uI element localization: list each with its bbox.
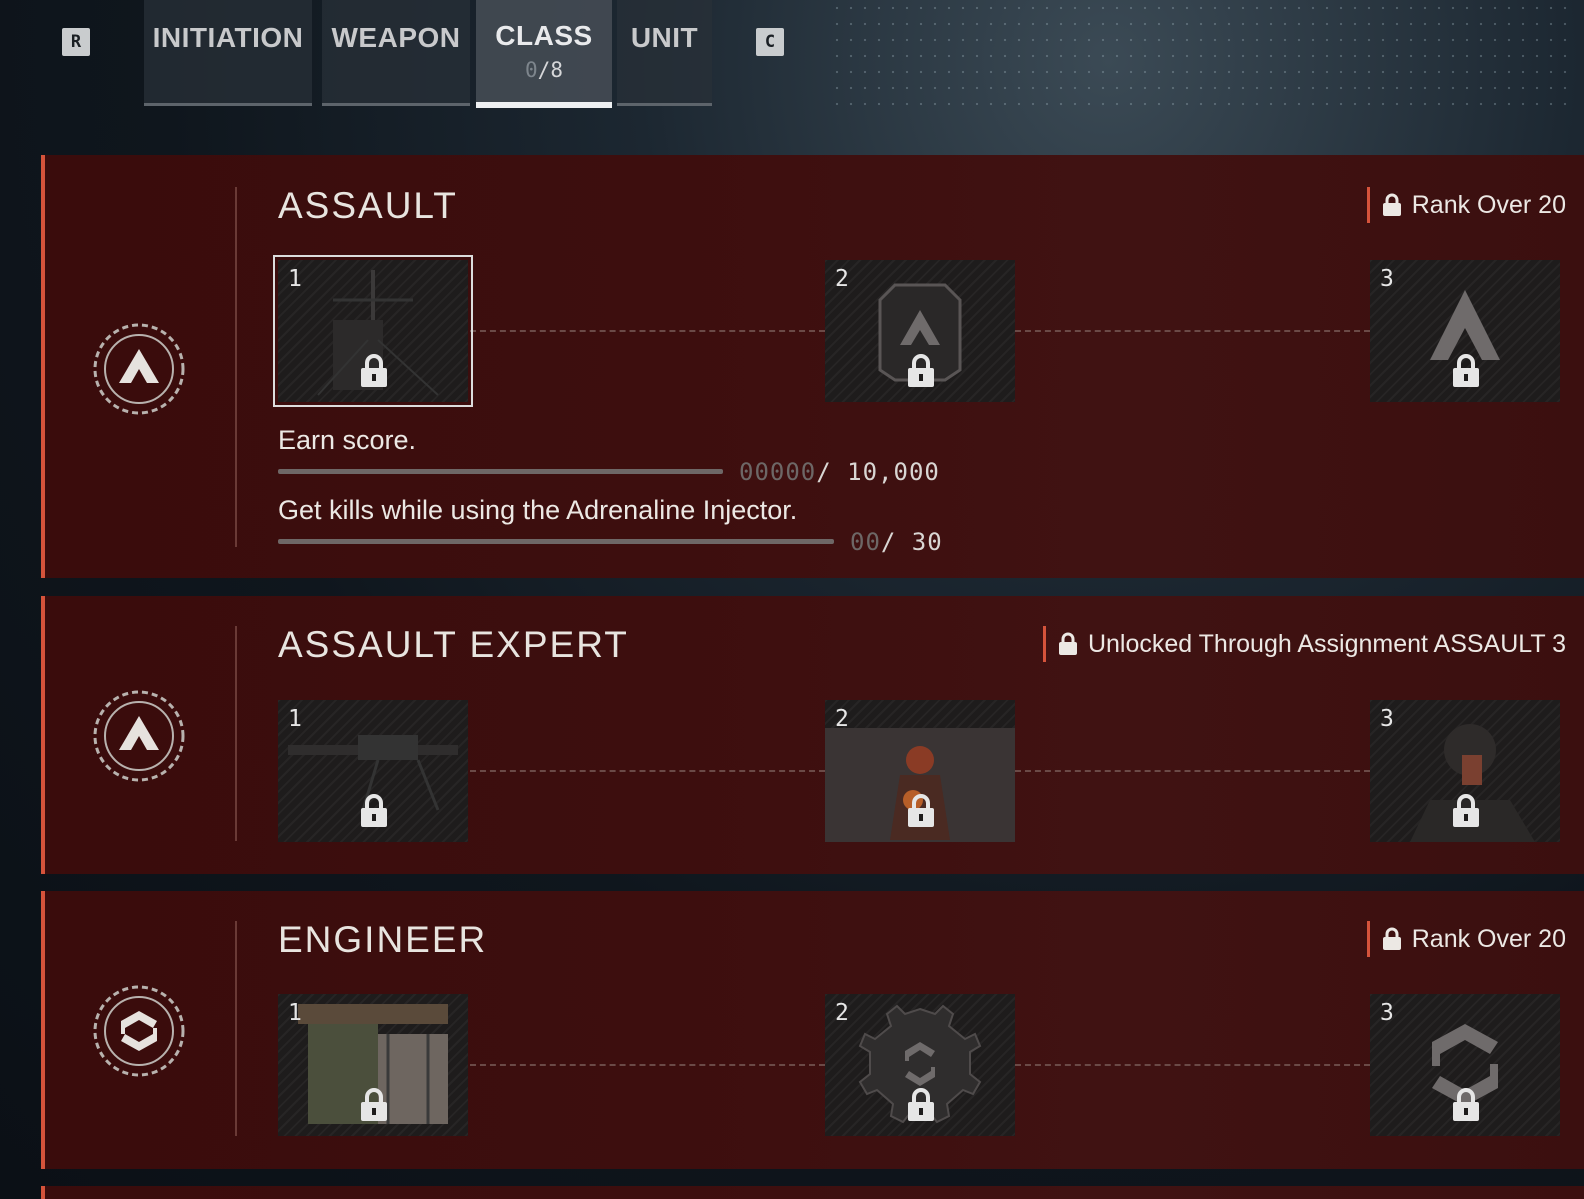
reward-slot-1[interactable]: 1 (278, 994, 468, 1136)
slot-number: 3 (1380, 1000, 1394, 1026)
lock-icon (1453, 1088, 1479, 1121)
class-title: ASSAULT (278, 185, 458, 226)
assault-class-icon (93, 690, 185, 782)
assault-class-icon (93, 323, 185, 415)
reward-slot-2[interactable]: 2 (825, 994, 1015, 1136)
lock-icon (908, 354, 934, 387)
task-progress-count: 00000/ 10,000 (739, 458, 940, 486)
lock-icon (1453, 354, 1479, 387)
divider (235, 626, 237, 841)
task-progress-count: 00/ 30 (850, 528, 943, 556)
lock-icon (1382, 927, 1401, 950)
lock-icon (908, 1088, 934, 1121)
task-progress-bar (278, 469, 723, 474)
class-card-assault-expert[interactable]: ASSAULT EXPERT Unlocked Through Assignme… (41, 596, 1584, 874)
class-title: ENGINEER (278, 919, 488, 960)
class-card-assault[interactable]: ASSAULT Rank Over 20 1 2 3 Earn score. 0… (41, 155, 1584, 578)
reward-slot-2[interactable]: 2 (825, 260, 1015, 402)
reward-slot-3[interactable]: 3 (1370, 994, 1560, 1136)
connector-line (470, 330, 825, 332)
lock-icon (908, 794, 934, 827)
tab-label: WEAPON (331, 22, 461, 53)
lock-icon (361, 794, 387, 827)
tab-label: CLASS (495, 20, 593, 51)
connector-line (1015, 770, 1370, 772)
connector-line (470, 770, 825, 772)
class-card-next[interactable] (41, 1186, 1584, 1199)
slot-number: 2 (835, 266, 849, 292)
tab-initiation[interactable]: INITIATION (144, 0, 312, 106)
reward-slot-2[interactable]: 2 (825, 700, 1015, 842)
lock-icon (361, 1088, 387, 1121)
engineer-class-icon (93, 985, 185, 1077)
slot-number: 3 (1380, 266, 1394, 292)
connector-line (470, 1064, 825, 1066)
slot-number: 1 (288, 266, 302, 292)
slot-number: 1 (288, 1000, 302, 1026)
requirement-badge: Unlocked Through Assignment ASSAULT 3 (1042, 626, 1566, 662)
slot-number: 3 (1380, 706, 1394, 732)
reward-slot-3[interactable]: 3 (1370, 700, 1560, 842)
tab-class[interactable]: CLASS 0/8 (476, 0, 612, 108)
tab-label: INITIATION (152, 22, 304, 53)
reward-slot-3[interactable]: 3 (1370, 260, 1560, 402)
lock-icon (361, 354, 387, 387)
lock-icon (1382, 193, 1401, 216)
slot-number: 2 (835, 1000, 849, 1026)
prev-tab-key-hint[interactable]: R (62, 28, 90, 56)
reward-slot-1[interactable]: 1 (273, 255, 473, 407)
requirement-text: Rank Over 20 (1411, 924, 1566, 953)
lock-icon (1058, 632, 1077, 655)
connector-line (1015, 1064, 1370, 1066)
tab-weapon[interactable]: WEAPON (322, 0, 470, 106)
task-description: Earn score. (278, 425, 417, 455)
dot-pattern-decoration (830, 0, 1570, 110)
task-progress-bar (278, 539, 834, 544)
divider (235, 187, 237, 547)
tab-label: UNIT (630, 22, 699, 53)
divider (235, 921, 237, 1136)
tab-unit[interactable]: UNIT (617, 0, 712, 106)
requirement-text: Rank Over 20 (1411, 190, 1566, 219)
requirement-badge: Rank Over 20 (1366, 187, 1566, 223)
slot-number: 1 (288, 706, 302, 732)
connector-line (1015, 330, 1370, 332)
requirement-badge: Rank Over 20 (1366, 921, 1566, 957)
class-card-engineer[interactable]: ENGINEER Rank Over 20 1 2 3 (41, 891, 1584, 1169)
task-description: Get kills while using the Adrenaline Inj… (278, 495, 798, 525)
class-title: ASSAULT EXPERT (278, 624, 629, 665)
slot-number: 2 (835, 706, 849, 732)
requirement-text: Unlocked Through Assignment ASSAULT 3 (1087, 629, 1566, 658)
reward-slot-1[interactable]: 1 (278, 700, 468, 842)
tab-progress-count: 0/8 (525, 58, 563, 82)
next-tab-key-hint[interactable]: C (756, 28, 784, 56)
lock-icon (1453, 794, 1479, 827)
